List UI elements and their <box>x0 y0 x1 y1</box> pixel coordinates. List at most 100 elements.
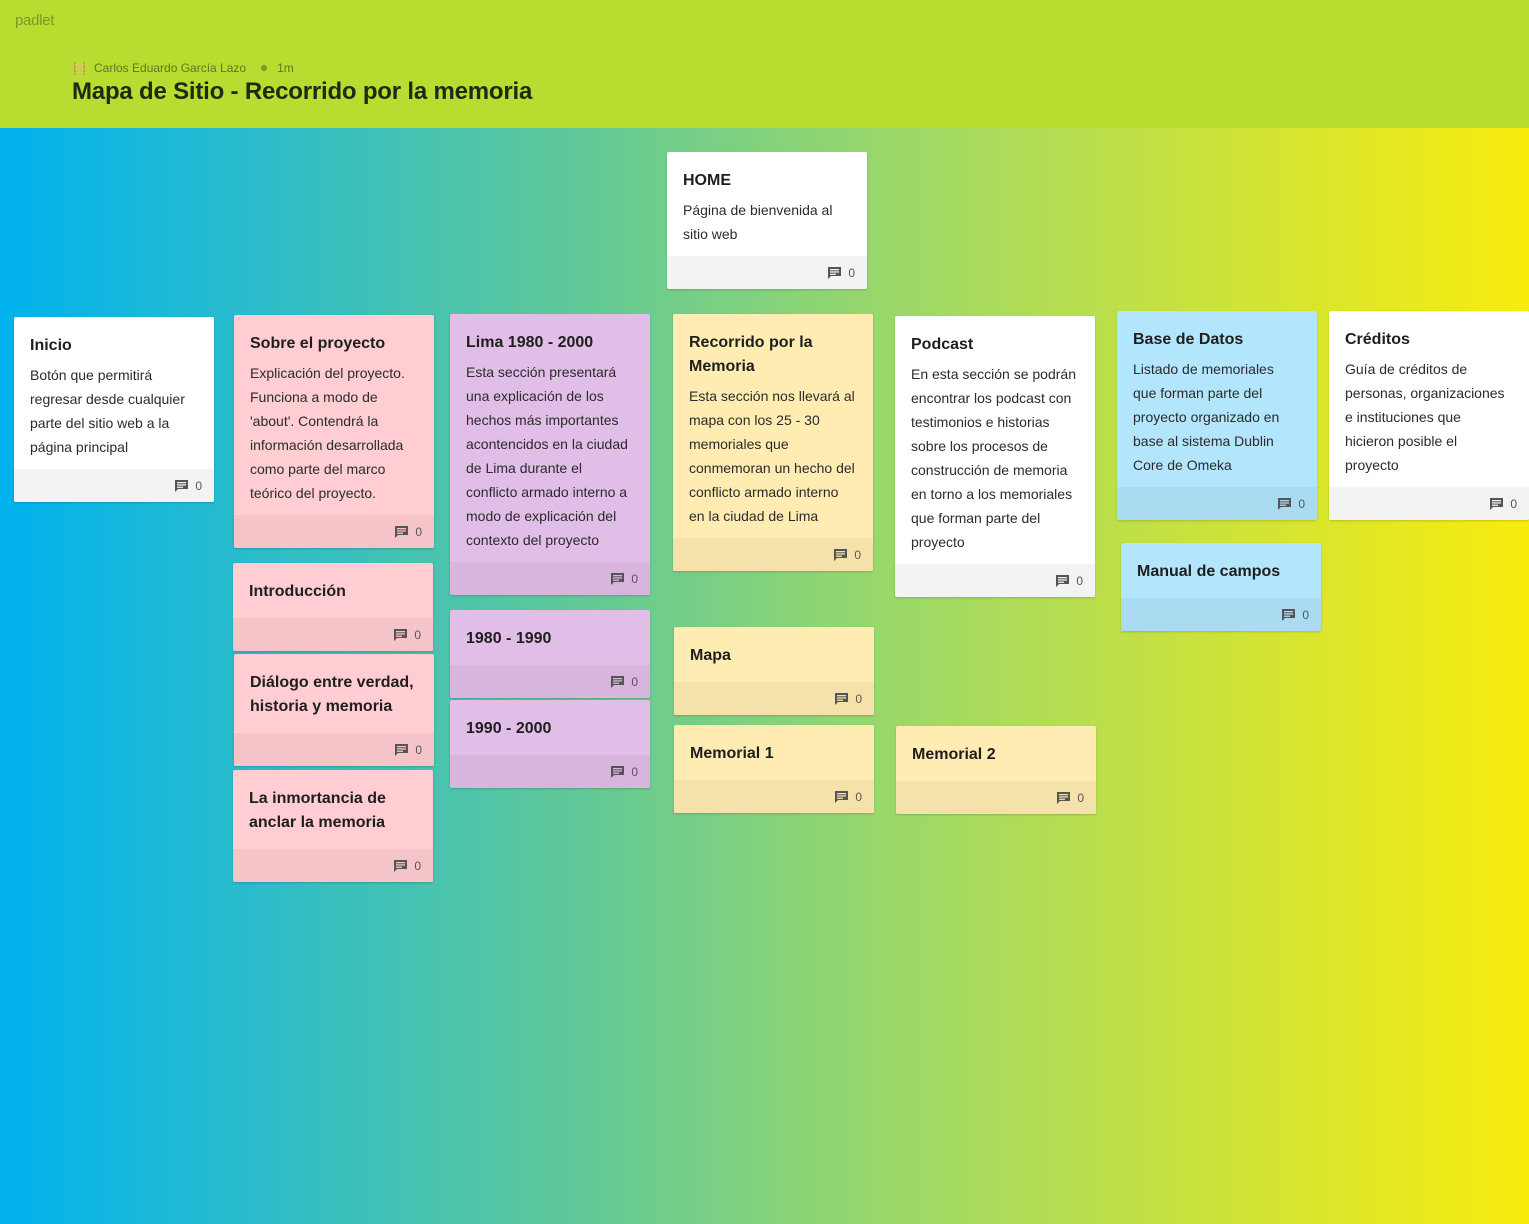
comment-count: 0 <box>1298 496 1305 511</box>
post-title: Inicio <box>30 337 72 354</box>
post-footer: 0 <box>1329 487 1529 520</box>
comment-icon[interactable] <box>1281 608 1296 622</box>
comment-icon[interactable] <box>1055 574 1070 588</box>
post-card-sobre-el-proyecto[interactable]: Sobre el proyecto Explicación del proyec… <box>234 315 434 548</box>
post-card-memorial-1[interactable]: Memorial 1 0 <box>674 725 874 813</box>
comment-icon[interactable] <box>174 479 189 493</box>
post-card-base-de-datos[interactable]: Base de Datos Listado de memoriales que … <box>1117 311 1317 520</box>
post-card-podcast[interactable]: Podcast En esta sección se podrán encont… <box>895 316 1095 597</box>
post-title: Memorial 2 <box>912 746 996 763</box>
comment-count: 0 <box>195 478 202 493</box>
comment-icon[interactable] <box>393 628 408 642</box>
padlet-logo[interactable]: padlet <box>15 12 54 29</box>
post-text: Guía de créditos de personas, organizaci… <box>1345 361 1505 473</box>
comment-count: 0 <box>631 571 638 586</box>
post-footer: 0 <box>895 564 1095 597</box>
post-card-memorial-2[interactable]: Memorial 2 0 <box>896 726 1096 814</box>
post-title: Recorrido por la Memoria <box>689 334 813 375</box>
post-footer: 0 <box>450 755 650 788</box>
post-footer: 0 <box>674 780 874 813</box>
comment-icon[interactable] <box>1277 497 1292 511</box>
comment-count: 0 <box>631 674 638 689</box>
comment-icon[interactable] <box>393 859 408 873</box>
comment-count: 0 <box>1077 790 1084 805</box>
comment-icon[interactable] <box>833 548 848 562</box>
comment-icon[interactable] <box>394 743 409 757</box>
post-text: Listado de memoriales que forman parte d… <box>1133 361 1280 473</box>
comment-count: 0 <box>854 547 861 562</box>
comment-icon[interactable] <box>610 572 625 586</box>
post-footer: 0 <box>1117 487 1317 520</box>
post-title: Base de Datos <box>1133 331 1244 348</box>
post-footer: 0 <box>450 562 650 595</box>
comment-count: 0 <box>414 858 421 873</box>
post-title: HOME <box>683 172 731 189</box>
post-text: Botón que permitirá regresar desde cualq… <box>30 367 185 455</box>
post-card-creditos[interactable]: Créditos Guía de créditos de personas, o… <box>1329 311 1529 520</box>
comment-count: 0 <box>855 789 862 804</box>
post-text: Esta sección nos llevará al mapa con los… <box>689 388 855 524</box>
post-footer: 0 <box>234 515 434 548</box>
comment-count: 0 <box>848 265 855 280</box>
comment-count: 0 <box>415 742 422 757</box>
post-title: Sobre el proyecto <box>250 335 386 352</box>
post-footer: 0 <box>667 256 867 289</box>
post-footer: 0 <box>1121 598 1321 631</box>
post-footer: 0 <box>14 469 214 502</box>
comment-count: 0 <box>414 627 421 642</box>
post-card-dialogo[interactable]: Diálogo entre verdad, historia y memoria… <box>234 654 434 766</box>
post-title: Manual de campos <box>1137 563 1281 580</box>
post-title: Créditos <box>1345 331 1410 348</box>
comment-count: 0 <box>1302 607 1309 622</box>
post-title: Memorial 1 <box>690 745 774 762</box>
comment-icon[interactable] <box>1056 791 1071 805</box>
post-card-recorrido[interactable]: Recorrido por la Memoria Esta sección no… <box>673 314 873 571</box>
comment-icon[interactable] <box>610 765 625 779</box>
post-card-home[interactable]: HOME Página de bienvenida al sitio web 0 <box>667 152 867 289</box>
post-card-inmortancia[interactable]: La inmortancia de anclar la memoria 0 <box>233 770 433 882</box>
post-footer: 0 <box>450 665 650 698</box>
comment-icon[interactable] <box>610 675 625 689</box>
post-text: Página de bienvenida al sitio web <box>683 202 833 242</box>
post-title: La inmortancia de anclar la memoria <box>249 790 386 831</box>
comment-icon[interactable] <box>827 266 842 280</box>
comment-icon[interactable] <box>394 525 409 539</box>
post-footer: 0 <box>233 618 433 651</box>
comment-count: 0 <box>1076 573 1083 588</box>
post-card-introduccion[interactable]: Introducción 0 <box>233 563 433 651</box>
post-title: 1980 - 1990 <box>466 630 552 647</box>
ladder-avatar-icon[interactable] <box>72 61 87 76</box>
post-title: Diálogo entre verdad, historia y memoria <box>250 674 414 715</box>
post-text: En esta sección se podrán encontrar los … <box>911 366 1076 550</box>
comment-icon[interactable] <box>1489 497 1504 511</box>
comment-icon[interactable] <box>834 692 849 706</box>
comment-icon[interactable] <box>834 790 849 804</box>
comment-count: 0 <box>415 524 422 539</box>
post-card-manual-de-campos[interactable]: Manual de campos 0 <box>1121 543 1321 631</box>
post-card-lima[interactable]: Lima 1980 - 2000 Esta sección presentará… <box>450 314 650 595</box>
post-title: 1990 - 2000 <box>466 720 552 737</box>
board-meta: Carlos Eduardo García Lazo 1m <box>72 60 294 76</box>
comment-count: 0 <box>855 691 862 706</box>
page-title: Mapa de Sitio - Recorrido por la memoria <box>72 78 533 105</box>
post-footer: 0 <box>673 538 873 571</box>
post-card-1990-2000[interactable]: 1990 - 2000 0 <box>450 700 650 788</box>
post-text: Explicación del proyecto. Funciona a mod… <box>250 365 405 501</box>
post-title: Introducción <box>249 583 346 600</box>
post-footer: 0 <box>233 849 433 882</box>
post-text: Esta sección presentará una explicación … <box>466 364 628 548</box>
post-card-1980-1990[interactable]: 1980 - 1990 0 <box>450 610 650 698</box>
post-card-mapa[interactable]: Mapa 0 <box>674 627 874 715</box>
post-footer: 0 <box>674 682 874 715</box>
author-name[interactable]: Carlos Eduardo García Lazo <box>94 61 246 75</box>
separator-dot <box>261 65 268 71</box>
comment-count: 0 <box>631 764 638 779</box>
board-header: padlet Carlos Eduardo García Lazo 1m Map… <box>0 0 1529 128</box>
post-title: Podcast <box>911 336 974 353</box>
post-card-inicio[interactable]: Inicio Botón que permitirá regresar desd… <box>14 317 214 502</box>
post-title: Mapa <box>690 647 731 664</box>
post-footer: 0 <box>234 733 434 766</box>
comment-count: 0 <box>1510 496 1517 511</box>
post-title: Lima 1980 - 2000 <box>466 334 594 351</box>
post-footer: 0 <box>896 781 1096 814</box>
